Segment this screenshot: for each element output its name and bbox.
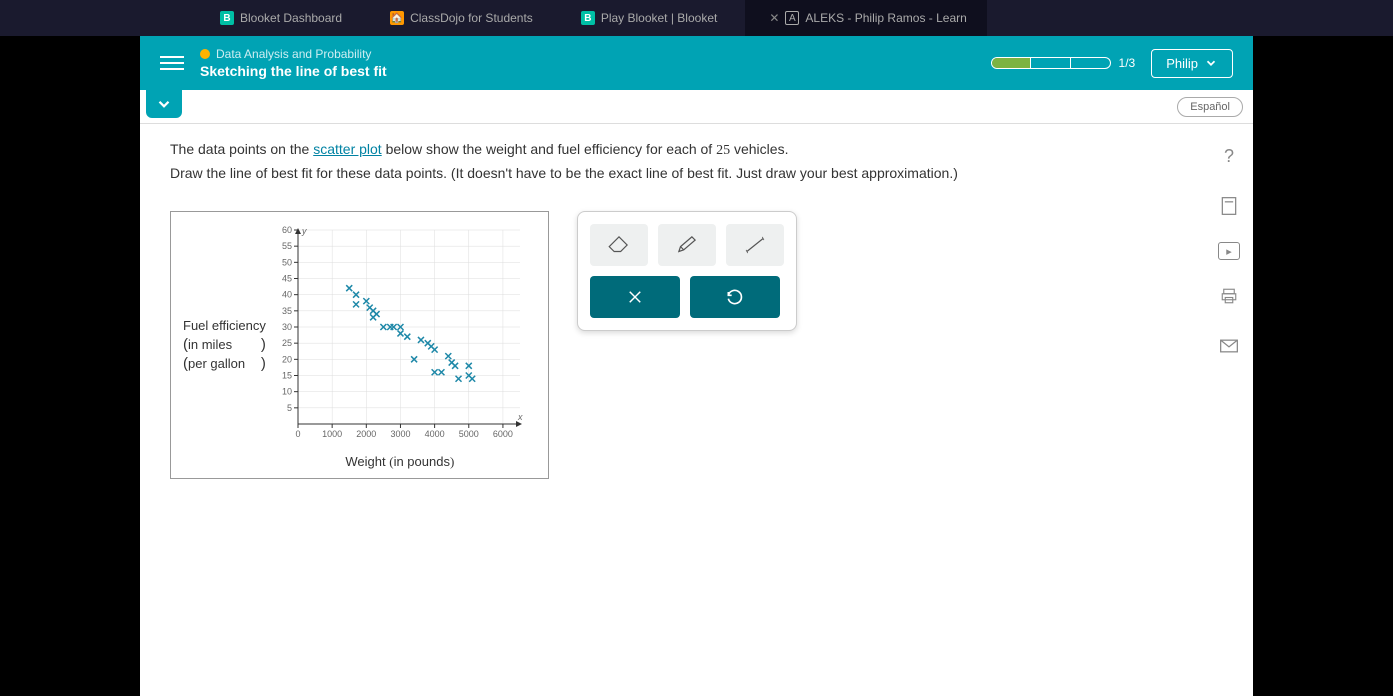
svg-text:50: 50 (282, 257, 292, 267)
svg-text:1000: 1000 (322, 429, 342, 439)
mail-icon (1219, 338, 1239, 354)
line-icon (742, 234, 768, 256)
app-header: Data Analysis and Probability Sketching … (140, 36, 1253, 90)
clear-button[interactable] (590, 276, 680, 318)
scatter-plot-canvas[interactable]: y x 0 1000 2000 3000 4000 5000 6000 5 10 15 20 25 30 35… (270, 222, 530, 452)
x-axis-label: Weight (in pounds) (270, 454, 530, 470)
progress-bar (991, 57, 1111, 69)
user-menu-button[interactable]: Philip (1151, 49, 1233, 78)
video-button[interactable]: ▸ (1218, 242, 1240, 260)
drawing-tools-panel (577, 211, 797, 331)
eraser-icon (606, 234, 632, 256)
mail-button[interactable] (1215, 332, 1243, 360)
browser-tab[interactable]: B Blooket Dashboard (200, 0, 362, 36)
content-area: The data points on the scatter plot belo… (140, 124, 1253, 493)
svg-text:35: 35 (282, 306, 292, 316)
svg-text:20: 20 (282, 354, 292, 364)
category-dot-icon (200, 49, 210, 59)
tab-label: ClassDojo for Students (410, 11, 533, 25)
language-button[interactable]: Español (1177, 97, 1243, 117)
sub-header: Español (140, 90, 1253, 124)
close-icon[interactable]: ✕ (769, 11, 779, 25)
progress-indicator: 1/3 (991, 56, 1136, 70)
svg-text:15: 15 (282, 370, 292, 380)
tab-label: Blooket Dashboard (240, 11, 342, 25)
tab-label: ALEKS - Philip Ramos - Learn (805, 11, 966, 25)
aleks-icon: A (785, 11, 799, 25)
topic-category: Data Analysis and Probability (200, 47, 991, 61)
svg-text:45: 45 (282, 273, 292, 283)
app-window: Data Analysis and Probability Sketching … (140, 36, 1253, 696)
svg-text:y: y (301, 226, 307, 236)
svg-text:10: 10 (282, 386, 292, 396)
browser-tab[interactable]: 🏠 ClassDojo for Students (370, 0, 553, 36)
svg-text:4000: 4000 (424, 429, 444, 439)
topic-area: Data Analysis and Probability Sketching … (200, 47, 991, 79)
browser-tab[interactable]: ✕ A ALEKS - Philip Ramos - Learn (745, 0, 986, 36)
svg-text:25: 25 (282, 338, 292, 348)
print-icon (1220, 287, 1238, 305)
progress-text: 1/3 (1119, 56, 1136, 70)
browser-tab-bar: B Blooket Dashboard 🏠 ClassDojo for Stud… (0, 0, 1393, 36)
svg-text:55: 55 (282, 241, 292, 251)
svg-text:6000: 6000 (493, 429, 513, 439)
chevron-down-icon (155, 95, 173, 113)
chart-container: Fuel efficiency (in miles) (per gallon) … (170, 211, 549, 479)
undo-button[interactable] (690, 276, 780, 318)
svg-text:30: 30 (282, 322, 292, 332)
x-icon (626, 288, 644, 306)
pencil-tool-button[interactable] (658, 224, 716, 266)
user-name: Philip (1166, 56, 1198, 71)
svg-text:3000: 3000 (390, 429, 410, 439)
calculator-button[interactable] (1215, 192, 1243, 220)
svg-text:2000: 2000 (356, 429, 376, 439)
eraser-tool-button[interactable] (590, 224, 648, 266)
chevron-down-icon (1204, 56, 1218, 70)
category-label: Data Analysis and Probability (216, 47, 371, 61)
svg-text:60: 60 (282, 225, 292, 235)
calculator-icon (1220, 196, 1238, 216)
menu-button[interactable] (160, 51, 184, 75)
undo-icon (725, 287, 745, 307)
tab-label: Play Blooket | Blooket (601, 11, 718, 25)
expand-button[interactable] (146, 90, 182, 118)
browser-tab[interactable]: B Play Blooket | Blooket (561, 0, 738, 36)
svg-text:0: 0 (295, 429, 300, 439)
blooket-icon: B (581, 11, 595, 25)
y-axis-label: Fuel efficiency (in miles) (per gallon) (183, 318, 266, 374)
scatter-plot-link[interactable]: scatter plot (313, 141, 381, 157)
svg-text:x: x (517, 412, 523, 422)
pencil-icon (674, 234, 700, 256)
question-text: The data points on the scatter plot belo… (170, 138, 1223, 185)
line-tool-button[interactable] (726, 224, 784, 266)
print-button[interactable] (1215, 282, 1243, 310)
classdojo-icon: 🏠 (390, 11, 404, 25)
side-toolbar: ? ▸ (1215, 142, 1243, 360)
svg-text:5: 5 (287, 403, 292, 413)
topic-title: Sketching the line of best fit (200, 63, 991, 79)
help-button[interactable]: ? (1215, 142, 1243, 170)
svg-text:5000: 5000 (459, 429, 479, 439)
blooket-icon: B (220, 11, 234, 25)
svg-text:40: 40 (282, 289, 292, 299)
